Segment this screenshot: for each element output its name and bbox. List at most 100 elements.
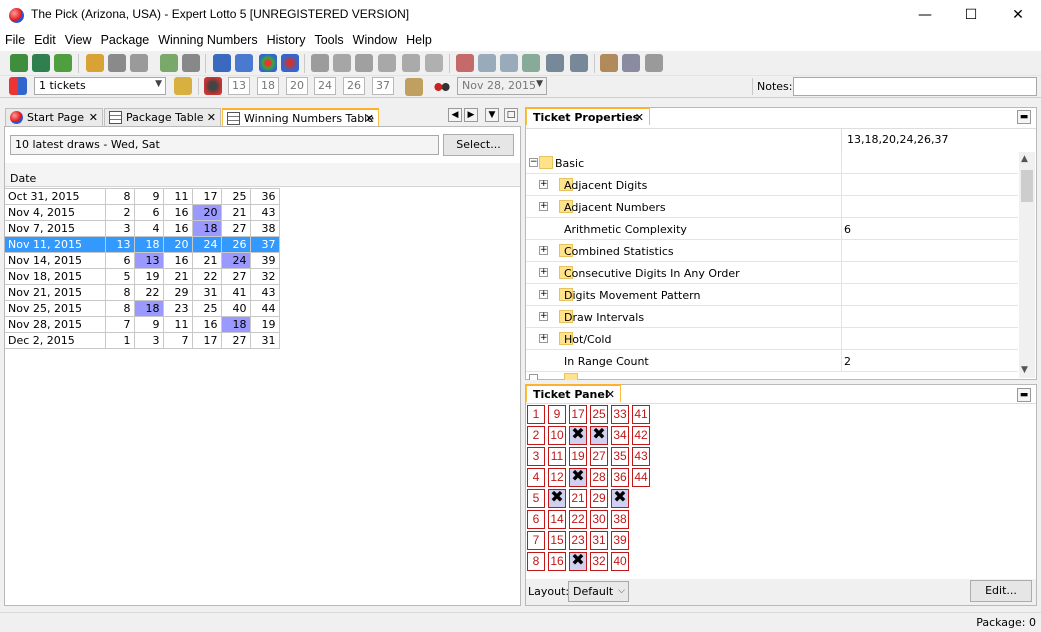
minimize-button[interactable]: —: [902, 0, 948, 30]
ticket-number-cell[interactable]: 38: [611, 510, 629, 529]
ticket-number-cell[interactable]: 18: [569, 426, 587, 445]
close-icon[interactable]: ✕: [606, 388, 615, 401]
ticket-number-cell[interactable]: 21: [569, 489, 587, 508]
link-icon[interactable]: [402, 54, 420, 72]
table-row[interactable]: Nov 21, 2015 8 22 29 31 41 43: [5, 284, 280, 301]
draw-dots-icon[interactable]: [433, 78, 451, 96]
ticket-number-cell[interactable]: 28: [590, 468, 608, 487]
ticket-number-cell[interactable]: 7: [527, 531, 545, 550]
menu-package[interactable]: Package: [96, 32, 154, 51]
sum-icon[interactable]: [32, 54, 50, 72]
tickets-dropdown[interactable]: 1 tickets ▼: [34, 77, 166, 95]
swap-icon[interactable]: [522, 54, 540, 72]
property-row[interactable]: + Draw Intervals: [526, 306, 1018, 328]
menu-edit[interactable]: Edit: [29, 32, 60, 51]
table-row[interactable]: Nov 25, 2015 8 18 23 25 40 44: [5, 300, 280, 317]
ticket-grid-icon[interactable]: [9, 77, 27, 95]
number-box[interactable]: 37: [372, 77, 394, 95]
ticket-number-cell[interactable]: 23: [569, 531, 587, 550]
tab-ticket-panel[interactable]: Ticket Panel ✕: [526, 384, 621, 402]
close-icon[interactable]: ✕: [207, 111, 216, 124]
dots-alt-icon[interactable]: [500, 54, 518, 72]
expand-icon[interactable]: +: [539, 180, 548, 189]
ticket-number-cell[interactable]: 9: [548, 405, 566, 424]
ticket-number-cell[interactable]: 39: [611, 531, 629, 550]
close-icon[interactable]: ✕: [635, 111, 644, 124]
move-down-icon[interactable]: [570, 54, 588, 72]
tab-package-table[interactable]: Package Table ✕: [104, 108, 221, 126]
ticket-number-cell[interactable]: 12: [548, 468, 566, 487]
minimize-panel-icon[interactable]: ▬: [1017, 388, 1031, 402]
refresh-icon[interactable]: [622, 54, 640, 72]
funnel-icon[interactable]: [333, 54, 351, 72]
expand-icon[interactable]: +: [539, 334, 548, 343]
ticket-number-cell[interactable]: 19: [569, 447, 587, 466]
ticket-number-cell[interactable]: 11: [548, 447, 566, 466]
ticket-number-cell[interactable]: 10: [548, 426, 566, 445]
undo-icon[interactable]: [600, 54, 618, 72]
number-box[interactable]: 20: [286, 77, 308, 95]
menu-tools[interactable]: Tools: [309, 32, 347, 51]
menu-window[interactable]: Window: [348, 32, 401, 51]
menu-history[interactable]: History: [262, 32, 310, 51]
table-row[interactable]: Nov 11, 2015 13 18 20 24 26 37: [5, 236, 280, 253]
ticket-number-cell[interactable]: 24: [569, 552, 587, 571]
property-row[interactable]: + Adjacent Digits: [526, 174, 1018, 196]
ticket-number-cell[interactable]: 35: [611, 447, 629, 466]
lock-icon[interactable]: [174, 77, 192, 95]
dollar-icon[interactable]: [355, 54, 373, 72]
number-box[interactable]: 18: [257, 77, 279, 95]
ticket-number-cell[interactable]: 22: [569, 510, 587, 529]
ticket-number-cell[interactable]: 30: [590, 510, 608, 529]
table-row[interactable]: Dec 2, 2015 1 3 7 17 27 31: [5, 332, 280, 349]
property-row[interactable]: + Hot/Cold: [526, 328, 1018, 350]
ticket-number-cell[interactable]: 37: [611, 489, 629, 508]
close-button[interactable]: ✕: [995, 0, 1041, 30]
ticket-number-cell[interactable]: 1: [527, 405, 545, 424]
menu-help[interactable]: Help: [401, 32, 436, 51]
select-button[interactable]: Select...: [443, 134, 514, 156]
close-icon[interactable]: ✕: [365, 112, 374, 125]
export-icon[interactable]: [160, 54, 178, 72]
ticket-icon[interactable]: [213, 54, 231, 72]
table-row[interactable]: Nov 14, 2015 6 13 16 21 24 39: [5, 252, 280, 269]
ticket-number-cell[interactable]: 5: [527, 489, 545, 508]
expand-icon[interactable]: +: [539, 268, 548, 277]
collapse-icon[interactable]: −: [529, 158, 538, 167]
property-row[interactable]: Arithmetic Complexity 6: [526, 218, 1018, 240]
expand-icon[interactable]: +: [539, 202, 548, 211]
ticket-number-cell[interactable]: 43: [632, 447, 650, 466]
number-box[interactable]: 13: [228, 77, 250, 95]
dots-icon[interactable]: [478, 54, 496, 72]
maximize-button[interactable]: ☐: [948, 0, 994, 30]
remove-dots-icon[interactable]: [456, 54, 474, 72]
delete-icon[interactable]: [311, 54, 329, 72]
ticket-number-cell[interactable]: 36: [611, 468, 629, 487]
property-row[interactable]: + Digits Movement Pattern: [526, 284, 1018, 306]
filter-icon[interactable]: [10, 54, 28, 72]
maximize-panel-icon[interactable]: □: [504, 108, 518, 122]
property-row[interactable]: In Range Count 2: [526, 350, 1018, 372]
property-row[interactable]: + Adjacent Numbers: [526, 196, 1018, 218]
table-row[interactable]: Nov 28, 2015 7 9 11 16 18 19: [5, 316, 280, 333]
scroll-left-icon[interactable]: ◀: [448, 108, 462, 122]
property-row[interactable]: + Combined Statistics: [526, 240, 1018, 262]
ticket-number-cell[interactable]: 20: [569, 468, 587, 487]
edit-button[interactable]: Edit...: [970, 580, 1032, 602]
close-icon[interactable]: ✕: [89, 111, 98, 124]
expand-icon[interactable]: +: [539, 312, 548, 321]
ticket-number-cell[interactable]: 14: [548, 510, 566, 529]
number-box[interactable]: 24: [314, 77, 336, 95]
ticket-number-cell[interactable]: 44: [632, 468, 650, 487]
tab-list-icon[interactable]: ▼: [485, 108, 499, 122]
table-row[interactable]: Oct 31, 2015 8 9 11 17 25 36: [5, 188, 280, 205]
ticket-number-cell[interactable]: 27: [590, 447, 608, 466]
print-icon[interactable]: [182, 54, 200, 72]
date-column-header[interactable]: Date: [10, 172, 36, 185]
ticket-number-cell[interactable]: 31: [590, 531, 608, 550]
help-question-icon[interactable]: [204, 77, 222, 95]
ticket-number-cell[interactable]: 4: [527, 468, 545, 487]
minimize-panel-icon[interactable]: ▬: [1017, 110, 1031, 124]
tab-start-page[interactable]: Start Page ✕: [5, 108, 103, 126]
property-row[interactable]: − Basic: [526, 152, 1018, 174]
